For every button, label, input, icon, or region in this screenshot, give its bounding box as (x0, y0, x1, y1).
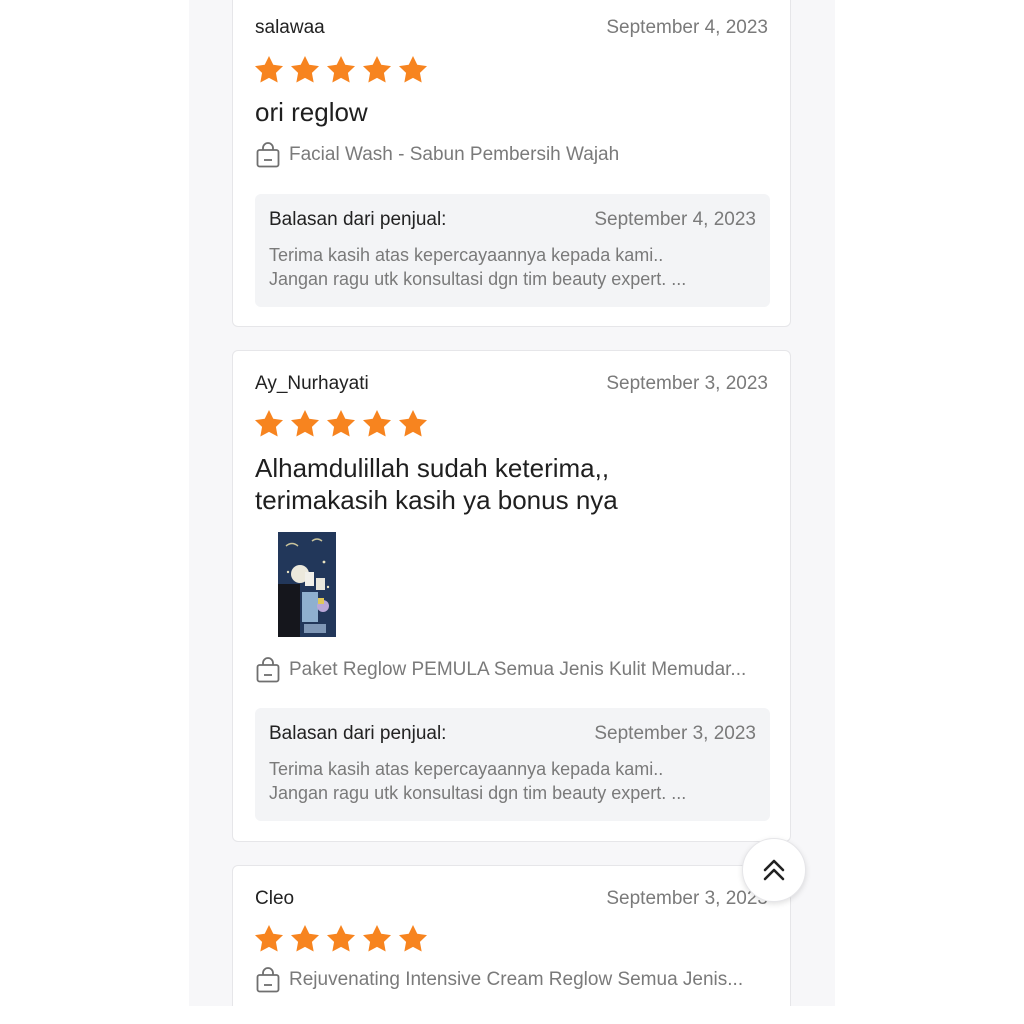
seller-reply-text[interactable]: Terima kasih atas kepercayaannya kepada … (269, 757, 756, 805)
seller-reply-date: September 3, 2023 (594, 723, 756, 744)
shopping-bag-icon (256, 657, 280, 683)
review-date: September 3, 2023 (606, 373, 768, 394)
review-text: ori reglow (255, 97, 368, 127)
seller-reply-header: Balasan dari penjual: September 3, 2023 (269, 723, 756, 747)
star-icon (399, 56, 427, 83)
back-to-top-button[interactable] (742, 838, 806, 902)
review-card: Cleo September 3, 2023 Rejuvenating Inte… (232, 865, 791, 1006)
star-icon (291, 925, 319, 952)
star-icon (255, 56, 283, 83)
star-icon (255, 410, 283, 437)
review-date: September 3, 2023 (606, 888, 768, 909)
product-link[interactable]: Facial Wash - Sabun Pembersih Wajah (255, 141, 772, 169)
shopping-bag-icon (256, 967, 280, 993)
review-text: Alhamdulillah sudah keterima,, terimakas… (255, 452, 768, 516)
product-name: Paket Reglow PEMULA Semua Jenis Kulit Me… (289, 659, 747, 680)
star-icon (363, 925, 391, 952)
seller-reply-line: Jangan ragu utk konsultasi dgn tim beaut… (269, 783, 687, 803)
star-rating (253, 54, 429, 86)
review-header: Ay_Nurhayati September 3, 2023 (255, 373, 768, 397)
review-text-line: terimakasih kasih ya bonus nya (255, 485, 618, 515)
review-header: salawaa September 4, 2023 (255, 17, 768, 41)
star-icon (399, 925, 427, 952)
star-icon (327, 925, 355, 952)
reviewer-name: Cleo (255, 888, 295, 909)
product-name: Facial Wash - Sabun Pembersih Wajah (289, 144, 620, 165)
product-link[interactable]: Rejuvenating Intensive Cream Reglow Semu… (255, 966, 772, 994)
star-icon (363, 410, 391, 437)
seller-reply-text[interactable]: Terima kasih atas kepercayaannya kepada … (269, 243, 756, 291)
reviewer-name: Ay_Nurhayati (255, 373, 369, 394)
review-date: September 4, 2023 (606, 17, 768, 38)
star-icon (291, 410, 319, 437)
review-card: salawaa September 4, 2023 ori reglow Fac… (232, 0, 791, 327)
reviews-panel: salawaa September 4, 2023 ori reglow Fac… (189, 0, 835, 1006)
star-icon (327, 56, 355, 83)
seller-reply: Balasan dari penjual: September 3, 2023 … (255, 708, 770, 821)
seller-reply-date: September 4, 2023 (594, 209, 756, 230)
seller-reply-label: Balasan dari penjual: (269, 723, 447, 744)
star-rating (253, 408, 429, 440)
star-icon (327, 410, 355, 437)
seller-reply-header: Balasan dari penjual: September 4, 2023 (269, 209, 756, 233)
product-link[interactable]: Paket Reglow PEMULA Semua Jenis Kulit Me… (255, 656, 772, 684)
seller-reply-line: Jangan ragu utk konsultasi dgn tim beaut… (269, 269, 687, 289)
star-rating (253, 923, 429, 955)
review-photo-thumbnail[interactable] (278, 532, 336, 637)
review-text-line: Alhamdulillah sudah keterima,, (255, 453, 610, 483)
seller-reply-line: Terima kasih atas kepercayaannya kepada … (269, 245, 664, 265)
reviewer-name: salawaa (255, 17, 325, 38)
star-icon (255, 925, 283, 952)
double-chevron-up-icon (763, 859, 785, 881)
product-name: Rejuvenating Intensive Cream Reglow Semu… (289, 969, 744, 990)
seller-reply-line: Terima kasih atas kepercayaannya kepada … (269, 759, 664, 779)
seller-reply: Balasan dari penjual: September 4, 2023 … (255, 194, 770, 307)
shopping-bag-icon (256, 142, 280, 168)
seller-reply-label: Balasan dari penjual: (269, 209, 447, 230)
star-icon (399, 410, 427, 437)
review-card: Ay_Nurhayati September 3, 2023 Alhamduli… (232, 350, 791, 842)
star-icon (291, 56, 319, 83)
star-icon (363, 56, 391, 83)
review-header: Cleo September 3, 2023 (255, 888, 768, 912)
